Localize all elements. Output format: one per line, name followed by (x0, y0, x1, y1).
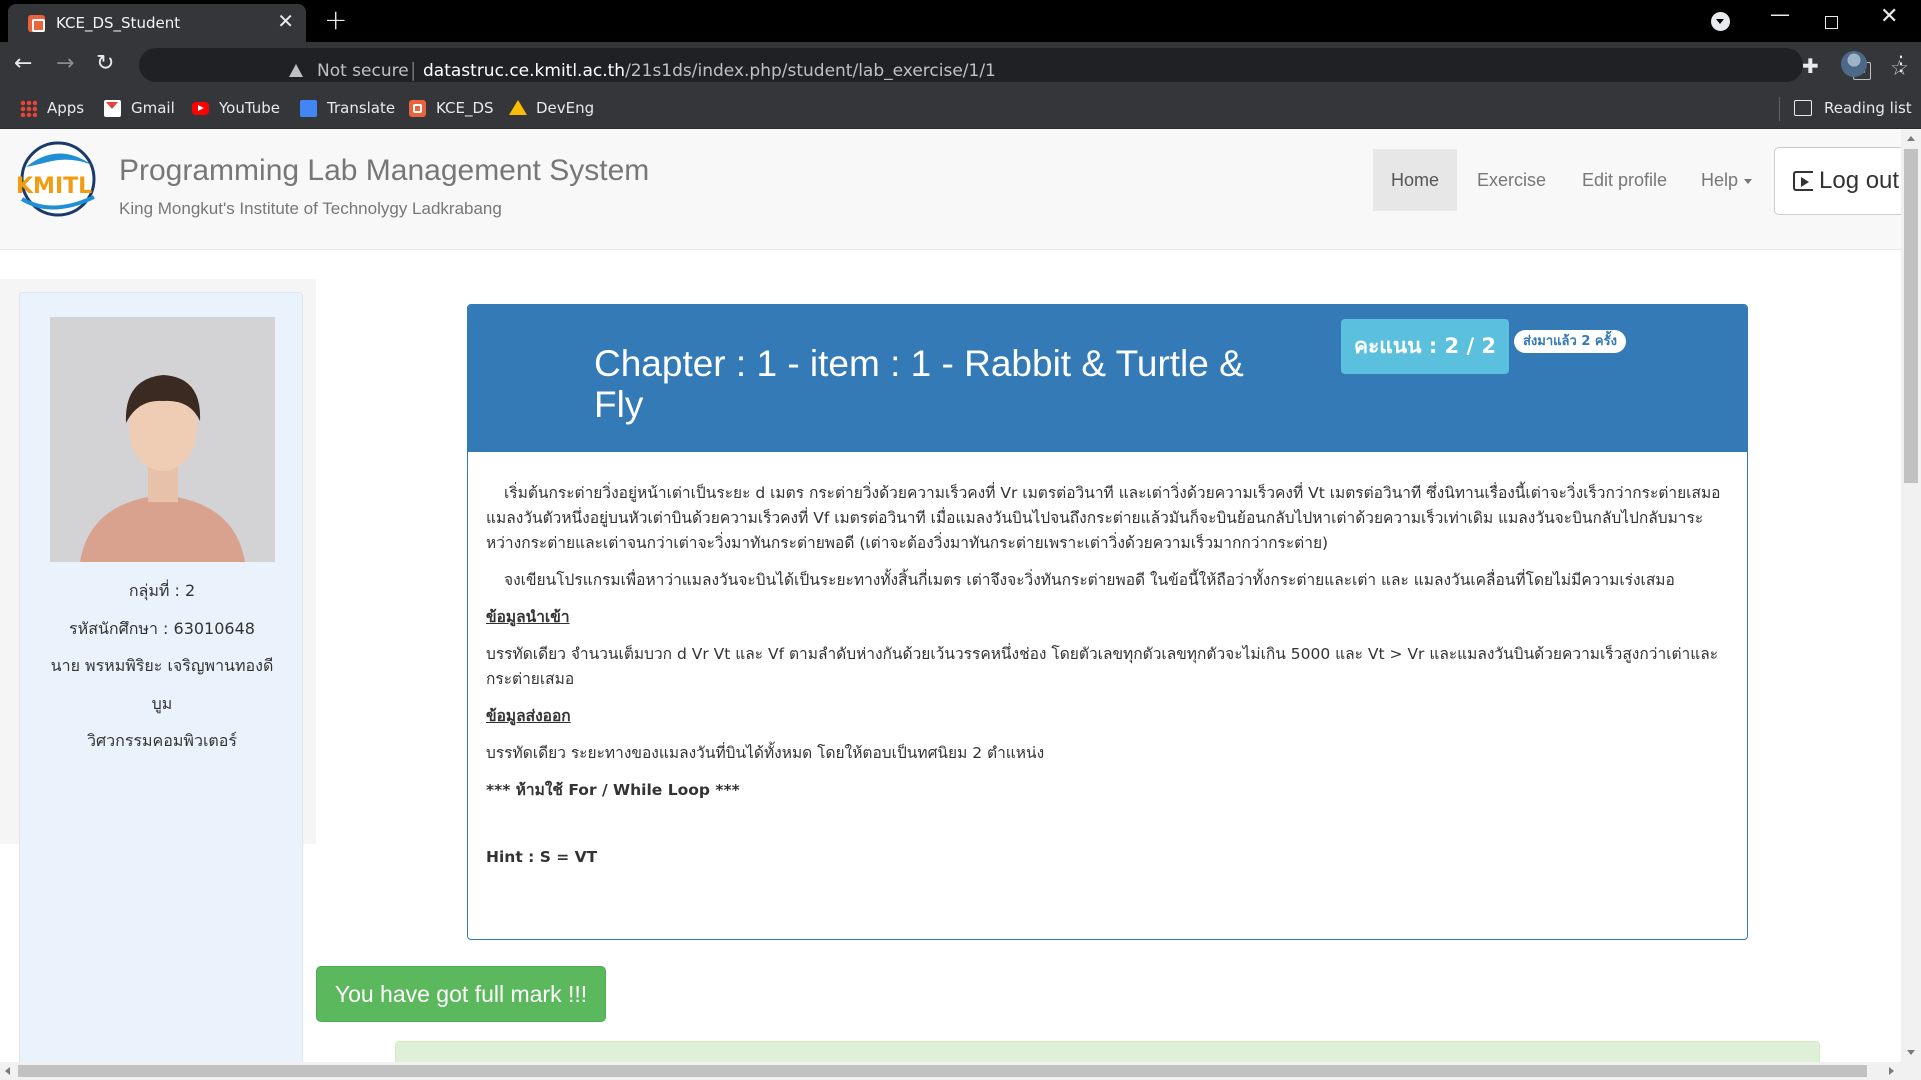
scroll-left-arrow-icon[interactable] (5, 1067, 10, 1075)
new-tab-button[interactable]: + (324, 6, 347, 34)
tab-title: KCE_DS_Student (56, 14, 181, 32)
input-description: บรรทัดเดียว จำนวนเต็มบวก d Vr Vt และ Vf … (486, 645, 1719, 688)
submission-count-badge: ส่งมาแล้ว 2 ครั้ง (1514, 330, 1626, 353)
horizontal-scrollbar[interactable] (0, 1062, 1921, 1080)
logout-icon (1793, 171, 1813, 191)
bookmark-youtube[interactable]: YouTube (192, 97, 280, 119)
bookmark-apps[interactable]: Apps (20, 97, 84, 119)
loop-restriction: *** ห้ามใช้ For / While Loop *** (486, 781, 740, 799)
window-close-button[interactable]: ✕ (1880, 4, 1898, 29)
extensions-puzzle-icon[interactable]: ✚ (1802, 54, 1819, 78)
browser-tab[interactable]: KCE_DS_Student ✕ (8, 4, 306, 42)
site-navbar: KMITL Programming Lab Management System … (0, 129, 1901, 250)
exercise-description: เริ่มต้นกระต่ายวิ่งอยู่หน้าเต่าเป็นระยะ … (486, 481, 1731, 882)
nav-home[interactable]: Home (1373, 149, 1458, 211)
reading-list-icon (1794, 100, 1812, 116)
tab-close-icon[interactable]: ✕ (277, 11, 294, 31)
nav-edit-profile[interactable]: Edit profile (1564, 149, 1685, 211)
url-path: /21s1ds/index.php/student/lab_exercise/1… (625, 61, 996, 81)
score-button[interactable]: คะแนน : 2 / 2 (1341, 319, 1509, 374)
nav-exercise[interactable]: Exercise (1459, 149, 1564, 211)
warning-triangle-icon[interactable] (289, 64, 303, 77)
bookmark-label: DevEng (536, 99, 595, 117)
bookmark-kce-ds[interactable]: KCE_DS (409, 97, 494, 119)
exercise-title: Chapter : 1 - item : 1 - Rabbit & Turtle… (594, 343, 1244, 425)
scroll-right-arrow-icon[interactable] (1889, 1067, 1894, 1075)
site-subtitle: King Mongkut's Institute of Technolygy L… (119, 199, 502, 218)
caret-down-icon (1744, 178, 1753, 184)
kmitl-logo: KMITL (16, 141, 96, 217)
bookmark-label: Gmail (131, 99, 175, 117)
url-host: datastruc.ce.kmitl.ac.th (423, 61, 626, 81)
logout-label: Log out (1819, 167, 1900, 194)
youtube-icon (192, 102, 209, 115)
restore-button[interactable] (1825, 6, 1838, 30)
address-bar[interactable]: Not secure | datastruc.ce.kmitl.ac.th/21… (139, 48, 1909, 82)
description-paragraph-1: เริ่มต้นกระต่ายวิ่งอยู่หน้าเต่าเป็นระยะ … (486, 484, 1721, 552)
not-secure-label[interactable]: Not secure (317, 61, 409, 81)
logout-button[interactable]: Log out (1774, 147, 1901, 215)
google-drive-icon (509, 100, 527, 115)
student-photo (50, 317, 275, 562)
vertical-scrollbar[interactable] (1901, 129, 1921, 1062)
exercise-panel-heading: Chapter : 1 - item : 1 - Rabbit & Turtle… (468, 305, 1747, 452)
full-mark-button[interactable]: You have got full mark !!! (316, 966, 606, 1022)
scroll-up-arrow-icon[interactable] (1907, 136, 1915, 141)
student-group: กลุ่มที่ : 2 (128, 581, 196, 600)
bookmark-label: Apps (47, 99, 85, 117)
bookmark-label: KCE_DS (436, 99, 494, 117)
output-description: บรรทัดเดียว ระยะทางของแมลงวันที่บินได้ทั… (486, 744, 1045, 762)
browser-title-bar: KCE_DS_Student ✕ + — ✕ (0, 0, 1921, 42)
site-title[interactable]: Programming Lab Management System (119, 154, 649, 188)
reading-list-label: Reading list (1824, 99, 1912, 117)
bookmark-label: YouTube (219, 99, 280, 117)
url-separator: | (410, 59, 417, 81)
tab-search-icon[interactable] (1711, 12, 1730, 31)
vertical-scroll-thumb[interactable] (1904, 149, 1918, 483)
student-name: นาย พรหมพิริยะ เจริญพานทองดี (50, 656, 274, 675)
bookmark-gmail[interactable]: Gmail (104, 97, 175, 119)
browser-menu-icon[interactable]: ⋮ (1891, 51, 1911, 75)
bookmarks-divider (1779, 97, 1780, 121)
student-department: วิศวกรรมคอมพิวเตอร์ (87, 731, 237, 750)
kce-ds-icon (409, 100, 426, 117)
url-text[interactable]: datastruc.ce.kmitl.ac.th/21s1ds/index.ph… (423, 61, 996, 81)
reload-icon[interactable]: ↻ (96, 51, 114, 77)
kce-ds-favicon-icon (28, 15, 45, 32)
student-nickname: บูม (151, 694, 173, 713)
restore-icon (1825, 16, 1838, 29)
student-profile-card: กลุ่มที่ : 2 รหัสนักศึกษา : 63010648 นาย… (19, 292, 303, 1062)
student-id: รหัสนักศึกษา : 63010648 (69, 619, 255, 638)
bookmark-deveng[interactable]: DevEng (509, 97, 594, 119)
result-alert-box (395, 1041, 1820, 1062)
input-heading: ข้อมูลนำเข้า (486, 608, 570, 626)
translate-icon (300, 100, 317, 117)
bookmark-translate[interactable]: Translate (300, 97, 395, 119)
apps-grid-icon (20, 100, 37, 117)
reading-list-button[interactable]: Reading list (1794, 97, 1912, 119)
back-arrow-icon[interactable]: ← (14, 51, 32, 77)
profile-avatar[interactable] (1841, 51, 1867, 77)
nav-help-dropdown[interactable]: Help (1683, 149, 1770, 211)
output-heading: ข้อมูลส่งออก (486, 707, 571, 725)
scroll-down-arrow-icon[interactable] (1907, 1050, 1915, 1055)
page-viewport: KMITL Programming Lab Management System … (0, 129, 1901, 1062)
bookmarks-bar: Apps Gmail YouTube Translate KCE_DS DevE… (0, 88, 1921, 129)
bookmark-label: Translate (327, 99, 396, 117)
browser-toolbar: ← → ↻ Not secure | datastruc.ce.kmitl.ac… (0, 42, 1921, 88)
description-paragraph-2: จงเขียนโปรแกรมเพื่อหาว่าแมลงวันจะบินได้เ… (504, 571, 1675, 589)
svg-text:KMITL: KMITL (16, 174, 92, 199)
minimize-button[interactable]: — (1770, 2, 1790, 26)
nav-help-label: Help (1701, 170, 1739, 190)
hint-text: Hint : S = VT (486, 848, 598, 866)
forward-arrow-icon[interactable]: → (56, 51, 74, 77)
horizontal-scroll-thumb[interactable] (18, 1065, 1867, 1077)
gmail-icon (104, 100, 121, 117)
